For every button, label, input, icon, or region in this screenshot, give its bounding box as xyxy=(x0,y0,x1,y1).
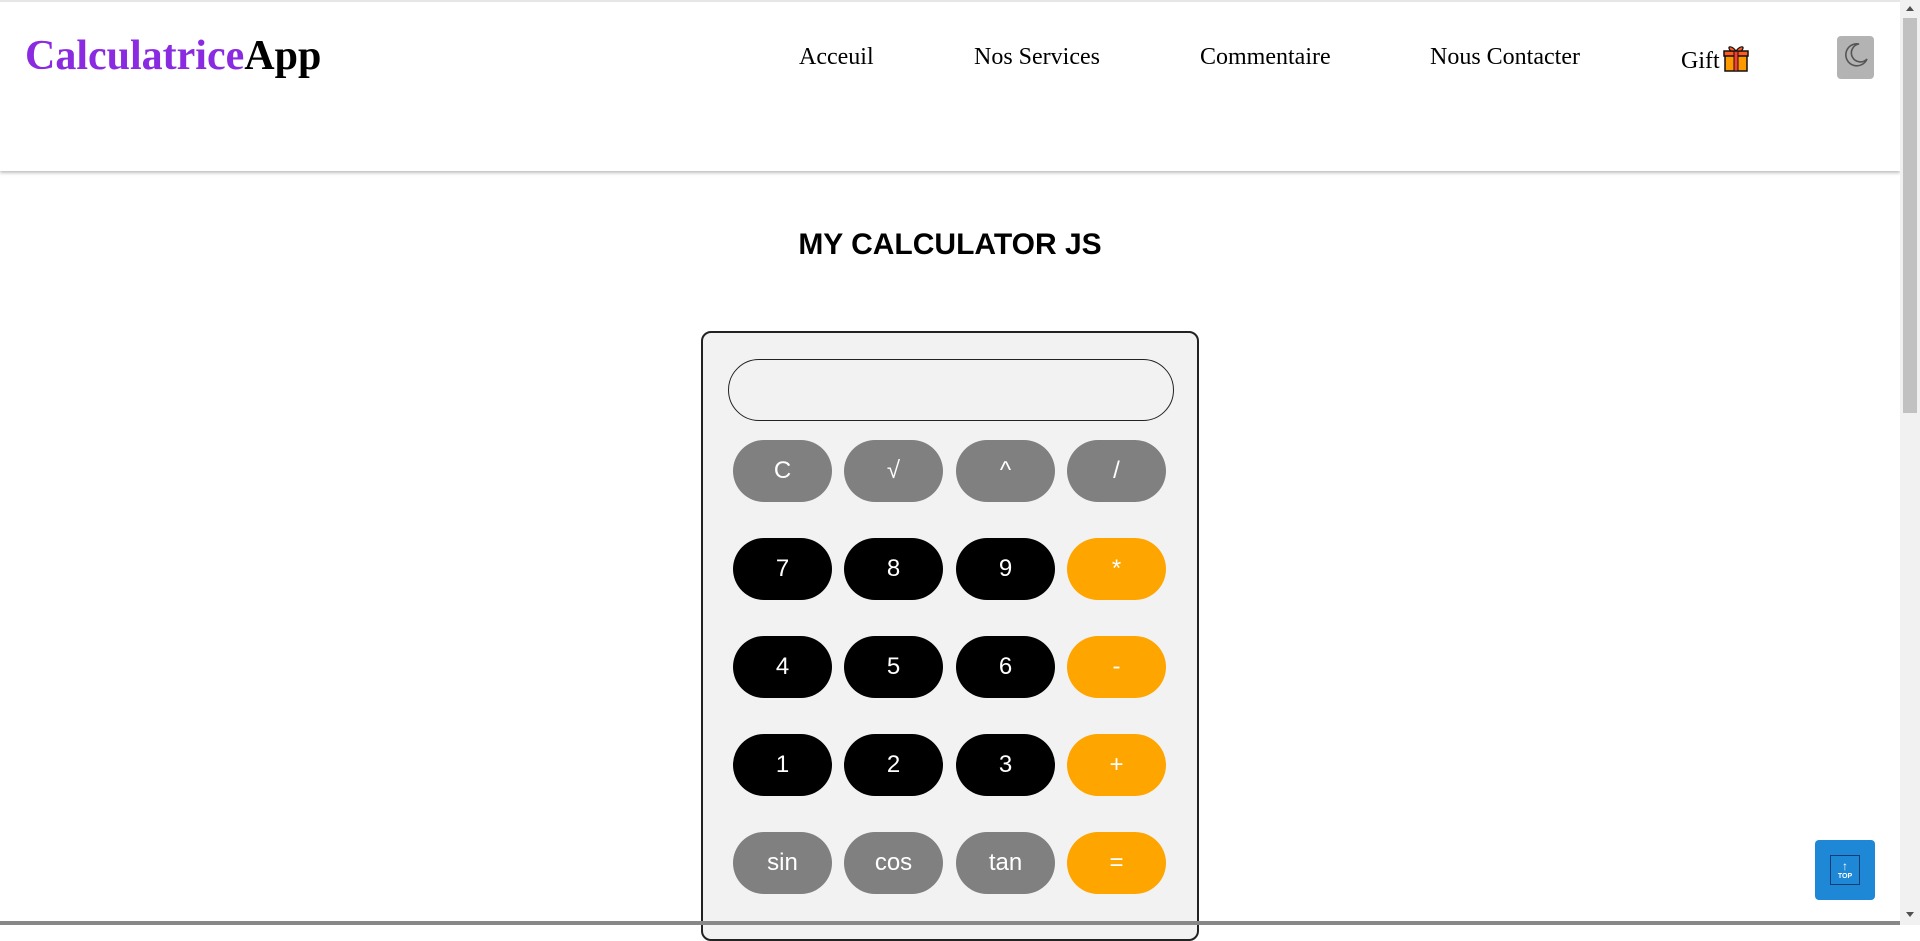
scroll-up-arrow-icon[interactable] xyxy=(1906,6,1914,11)
nav-acceuil[interactable]: Acceuil xyxy=(799,44,874,71)
nav-gift[interactable]: Gift xyxy=(1681,44,1749,79)
site-header: CalculatriceApp Acceuil Nos Services Com… xyxy=(0,0,1900,171)
nav-commentaire[interactable]: Commentaire xyxy=(1200,44,1331,71)
nav-nous-contacter[interactable]: Nous Contacter xyxy=(1430,44,1580,71)
key-add[interactable]: + xyxy=(1067,734,1166,796)
moon-icon xyxy=(1842,41,1870,74)
vertical-scrollbar[interactable] xyxy=(1900,0,1920,925)
logo-part-app: App xyxy=(244,33,322,79)
key-5[interactable]: 5 xyxy=(844,636,943,698)
key-divide[interactable]: / xyxy=(1067,440,1166,502)
key-sin[interactable]: sin xyxy=(733,832,832,894)
calculator-display[interactable] xyxy=(728,359,1174,421)
key-3[interactable]: 3 xyxy=(956,734,1055,796)
key-equals[interactable]: = xyxy=(1067,832,1166,894)
key-power[interactable]: ^ xyxy=(956,440,1055,502)
key-clear[interactable]: C xyxy=(733,440,832,502)
key-cos[interactable]: cos xyxy=(844,832,943,894)
key-2[interactable]: 2 xyxy=(844,734,943,796)
key-multiply[interactable]: * xyxy=(1067,538,1166,600)
scroll-to-top-button[interactable]: ↑ TOP xyxy=(1815,840,1875,900)
key-7[interactable]: 7 xyxy=(733,538,832,600)
key-9[interactable]: 9 xyxy=(956,538,1055,600)
calculator: C √ ^ / 7 8 9 * 4 5 6 - 1 2 3 + sin cos … xyxy=(701,331,1199,941)
bottom-edge xyxy=(0,921,1900,925)
page-title: MY CALCULATOR JS xyxy=(798,228,1102,261)
nav-nos-services[interactable]: Nos Services xyxy=(974,44,1100,71)
logo-part-calculatrice: Calculatrice xyxy=(25,33,245,79)
scroll-down-arrow-icon[interactable] xyxy=(1906,912,1914,917)
scroll-top-label: TOP xyxy=(1837,873,1853,880)
nav-gift-label: Gift xyxy=(1681,48,1720,74)
key-8[interactable]: 8 xyxy=(844,538,943,600)
key-subtract[interactable]: - xyxy=(1067,636,1166,698)
scrollbar-thumb[interactable] xyxy=(1903,18,1917,413)
arrow-up-icon: ↑ TOP xyxy=(1830,855,1860,885)
key-tan[interactable]: tan xyxy=(956,832,1055,894)
logo[interactable]: CalculatriceApp xyxy=(25,32,321,80)
key-4[interactable]: 4 xyxy=(733,636,832,698)
dark-mode-toggle[interactable] xyxy=(1837,36,1874,79)
key-sqrt[interactable]: √ xyxy=(844,440,943,502)
gift-icon xyxy=(1722,44,1749,79)
key-1[interactable]: 1 xyxy=(733,734,832,796)
key-6[interactable]: 6 xyxy=(956,636,1055,698)
